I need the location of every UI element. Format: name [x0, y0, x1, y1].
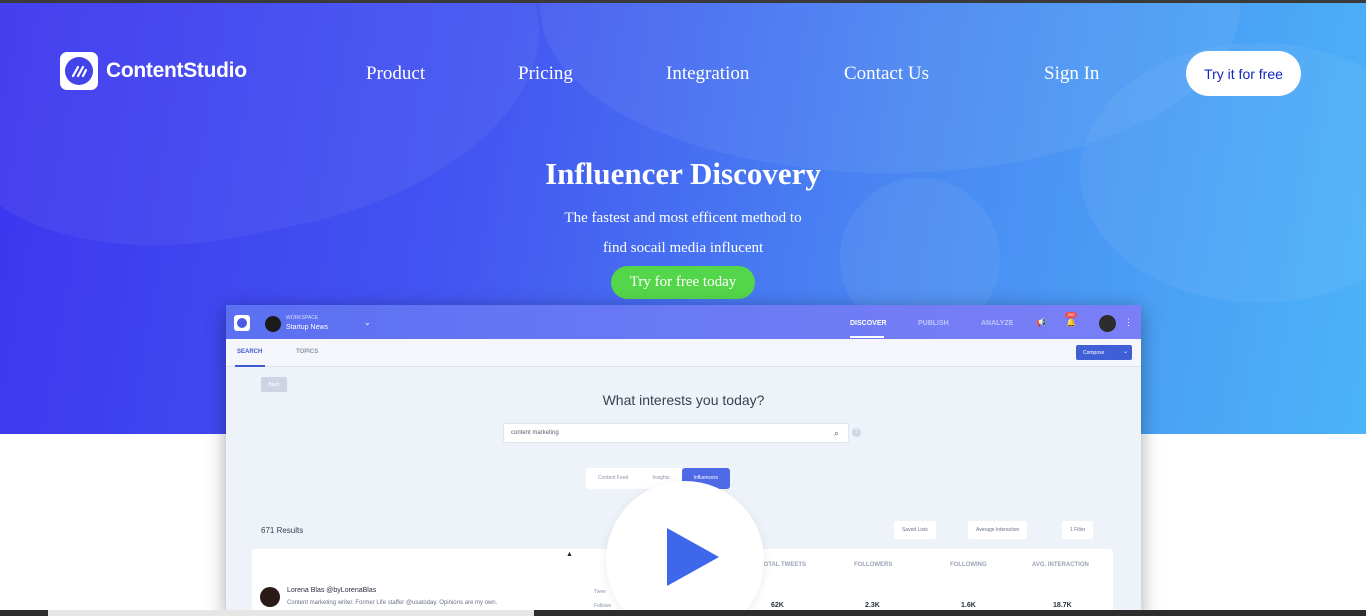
try-free-today-button[interactable]: Try for free today: [611, 266, 755, 299]
cell-tweets: 62K: [771, 602, 784, 609]
influencer-name: Lorena Blas @byLorenaBlas: [287, 587, 377, 594]
brand-name: ContentStudio: [106, 59, 247, 82]
search-value: content marketing: [511, 430, 559, 436]
avatar: [1099, 315, 1116, 332]
try-free-button[interactable]: Try it for free: [1186, 51, 1301, 96]
search-prompt: What interests you today?: [602, 392, 765, 408]
active-subtab-indicator: [235, 365, 265, 367]
nav-sign-in[interactable]: Sign In: [1044, 63, 1099, 85]
followers-link: Followe: [594, 603, 612, 609]
app-logo-icon: [234, 315, 250, 331]
compose-button: Compose ⌄: [1076, 345, 1132, 360]
workspace-name: Startup News: [286, 324, 329, 331]
col-following: FOLLOWING: [950, 562, 987, 568]
saved-lists-filter: Saved Lists: [894, 521, 936, 539]
subtab-search: SEARCH: [237, 349, 263, 355]
workspace-label: WORKSPACE: [286, 315, 319, 321]
mode-content-feed: Content Feed: [598, 475, 629, 481]
brand-logo[interactable]: ContentStudio: [60, 52, 247, 90]
scroll-thumb: [48, 610, 534, 616]
app-tab-analyze: ANALYZE: [981, 320, 1014, 327]
back-button: Back: [261, 377, 287, 392]
nav-integration[interactable]: Integration: [666, 63, 749, 85]
nav-contact-us[interactable]: Contact Us: [844, 63, 929, 85]
active-tab-indicator: [850, 336, 884, 338]
tweets-link: Twee: [594, 589, 606, 595]
search-icon: ⌕: [834, 428, 840, 438]
filter-count: 1 Filter: [1062, 521, 1094, 539]
bottom-scrollbar: [0, 610, 1366, 616]
nav-product[interactable]: Product: [366, 63, 425, 85]
nav-pricing[interactable]: Pricing: [518, 63, 573, 85]
compose-label: Compose: [1083, 349, 1105, 356]
col-total-tweets: TOTAL TWEETS: [760, 562, 806, 568]
notification-badge: 209: [1065, 312, 1077, 318]
chevron-down-icon: ⌄: [364, 318, 371, 327]
logo-icon: [60, 52, 98, 90]
influencer-bio: Content marketing writer. Former Life st…: [287, 600, 498, 606]
subtab-topics: TOPICS: [296, 349, 319, 355]
app-header: WORKSPACE Startup News ⌄ DISCOVER PUBLIS…: [226, 305, 1141, 339]
cell-followers: 2.3K: [865, 602, 880, 609]
hero-subtitle-line1: The fastest and most efficent method to: [564, 210, 802, 226]
search-input: content marketing ⌕: [503, 423, 849, 443]
col-followers: FOLLOWERS: [854, 562, 893, 568]
help-icon: ?: [852, 428, 861, 437]
bell-icon: 🔔: [1066, 318, 1076, 327]
play-icon: [667, 528, 719, 586]
average-interaction-filter: Average Interaction: [968, 521, 1028, 539]
results-count: 671 Results: [261, 526, 304, 535]
app-tab-publish: PUBLISH: [918, 320, 949, 327]
hero-subtitle-line2: find socail media influcent: [602, 240, 764, 256]
app-tab-discover: DISCOVER: [850, 320, 887, 327]
avatar: [260, 587, 280, 607]
megaphone-icon: 📢: [1036, 318, 1046, 327]
cell-following: 1.6K: [961, 602, 976, 609]
cell-interaction: 18.7K: [1053, 602, 1072, 609]
col-avg-interaction: AVG. INTERACTION: [1032, 562, 1089, 568]
workspace-avatar: [265, 316, 281, 332]
more-icon: ⋮: [1124, 317, 1133, 327]
page-title: Influencer Discovery: [545, 156, 821, 191]
cursor-icon: ▲: [566, 551, 573, 558]
app-subnav: SEARCH TOPICS Compose ⌄: [226, 339, 1141, 367]
chevron-down-icon: ⌄: [1122, 349, 1128, 355]
